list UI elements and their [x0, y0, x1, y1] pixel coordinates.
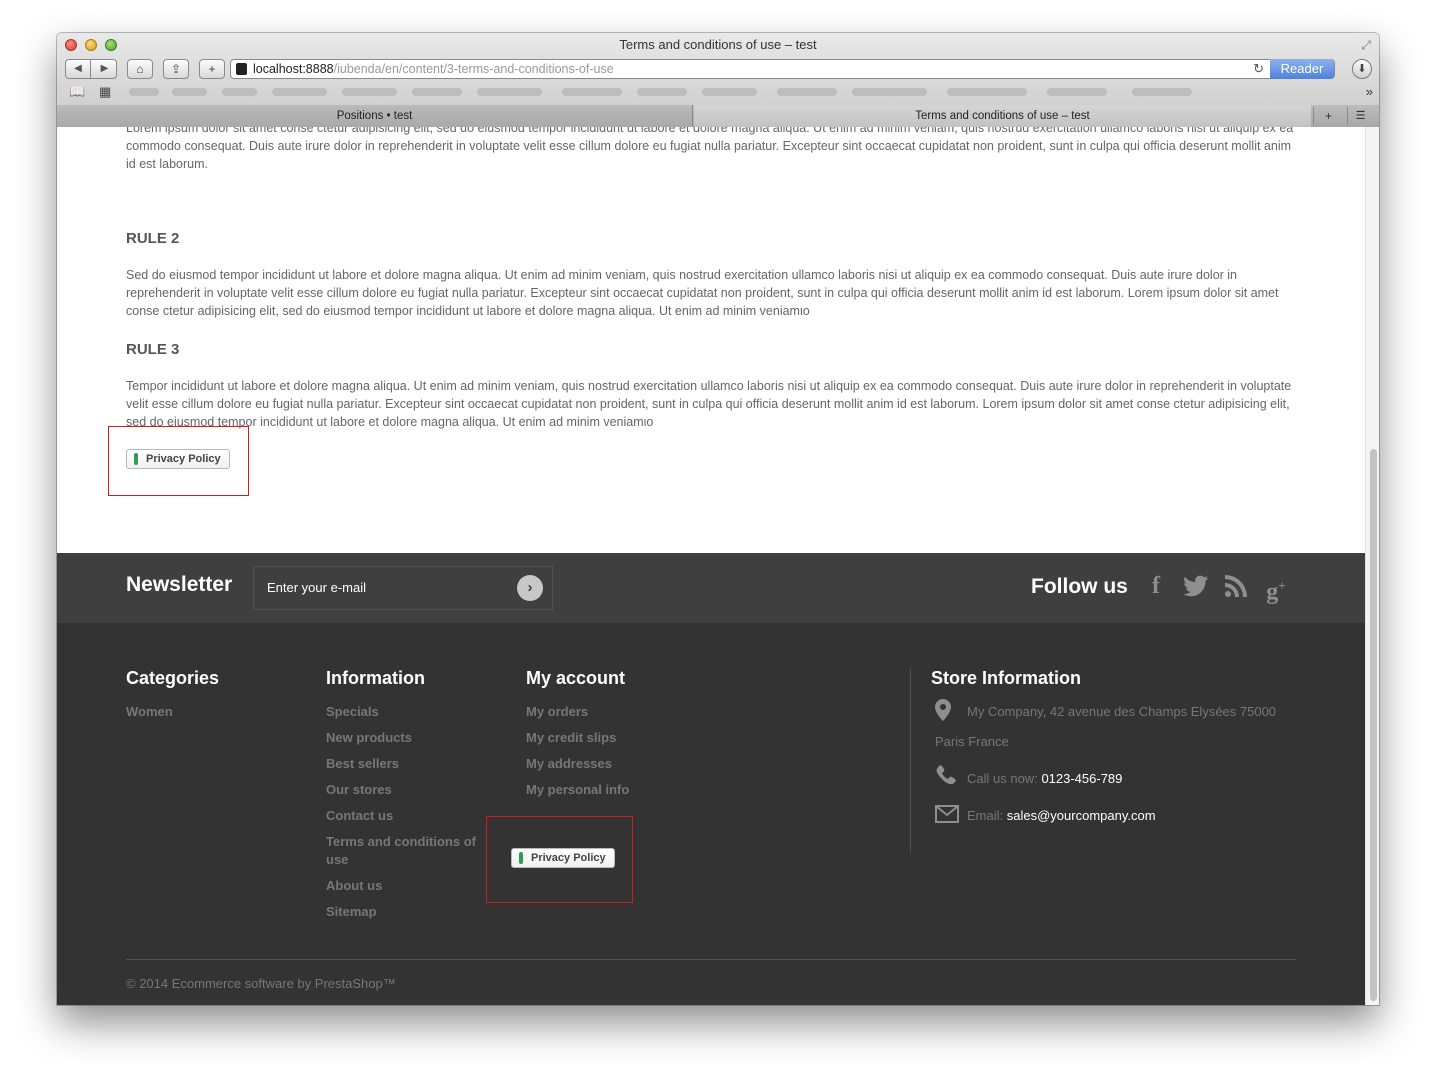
- store-phone-number[interactable]: 0123-456-789: [1041, 771, 1122, 786]
- top-sites-grid-icon[interactable]: ▦: [99, 84, 111, 100]
- store-email-link[interactable]: sales@yourcompany.com: [1007, 808, 1156, 823]
- store-divider: [910, 668, 911, 853]
- map-marker-icon: [935, 699, 951, 727]
- downloads-icon[interactable]: ⬇: [1352, 59, 1372, 79]
- forward-arrow-icon[interactable]: ▶: [92, 60, 117, 78]
- bookmark-item[interactable]: [477, 88, 542, 96]
- footer-link-personal-info[interactable]: My personal info: [526, 781, 629, 799]
- privacy-policy-label: Privacy Policy: [146, 453, 221, 465]
- footer-link-addresses[interactable]: My addresses: [526, 755, 612, 773]
- rule2-heading: RULE 2: [126, 230, 180, 247]
- fullscreen-icon[interactable]: ⤢: [1361, 38, 1371, 53]
- share-icon[interactable]: ⇪: [163, 59, 189, 79]
- bookmark-item[interactable]: [1132, 88, 1192, 96]
- reader-button[interactable]: Reader: [1270, 59, 1334, 79]
- bookmark-item[interactable]: [777, 88, 837, 96]
- site-favicon-icon: [236, 63, 247, 75]
- store-phone-line: Call us now: 0123-456-789: [967, 771, 1122, 786]
- scrollbar-thumb[interactable]: [1370, 449, 1377, 1001]
- rule2-paragraph: Sed do eiusmod tempor incididunt ut labo…: [126, 268, 1279, 318]
- bookmark-item[interactable]: [947, 88, 1027, 96]
- tab-positions[interactable]: Positions • test: [57, 105, 693, 127]
- bookmark-item[interactable]: [1047, 88, 1107, 96]
- newsletter-submit-arrow-icon[interactable]: ›: [517, 575, 543, 601]
- newsletter-title: Newsletter: [126, 573, 233, 596]
- footer-categories-title: Categories: [126, 668, 220, 688]
- reload-icon[interactable]: ↻: [1253, 60, 1264, 78]
- footer-divider: [126, 959, 1296, 960]
- store-email-line: Email: sales@yourcompany.com: [967, 808, 1156, 823]
- footer-link-my-orders[interactable]: My orders: [526, 703, 588, 721]
- store-address-line2: Paris France: [935, 734, 1009, 749]
- window-title: Terms and conditions of use – test: [619, 37, 817, 52]
- home-icon[interactable]: ⌂: [127, 59, 153, 79]
- newsletter-bar: Newsletter Enter your e-mail › Follow us…: [57, 553, 1365, 623]
- footer-link-credit-slips[interactable]: My credit slips: [526, 729, 616, 747]
- footer-store-title: Store Information: [931, 668, 1082, 688]
- rss-icon[interactable]: [1221, 571, 1251, 601]
- newsletter-placeholder: Enter your e-mail: [267, 580, 366, 595]
- newsletter-email-input[interactable]: Enter your e-mail ›: [253, 566, 553, 610]
- envelope-icon: [935, 805, 959, 829]
- follow-us-title: Follow us: [1031, 575, 1128, 598]
- footer-link-about-us[interactable]: About us: [326, 877, 382, 895]
- new-tab-plus-icon[interactable]: +: [199, 59, 225, 79]
- bookmark-item[interactable]: [172, 88, 207, 96]
- address-bar[interactable]: localhost:8888/iubenda/en/content/3-term…: [230, 59, 1335, 79]
- page-viewport: Lorem ipsum dolor sit amet conse ctetur …: [57, 127, 1365, 1005]
- rule3-paragraph: Tempor incididunt ut labore et dolore ma…: [126, 379, 1292, 429]
- footer-account-title: My account: [526, 668, 626, 688]
- footer-link-contact-us[interactable]: Contact us: [326, 807, 393, 825]
- add-tab-icon[interactable]: +: [1313, 107, 1343, 125]
- footer-link-women[interactable]: Women: [126, 703, 173, 721]
- bookmarks-bar: 📖 ▦ »: [57, 83, 1379, 103]
- footer-link-new-products[interactable]: New products: [326, 729, 412, 747]
- footer-link-terms[interactable]: Terms and conditions of use: [326, 833, 491, 869]
- bookmarks-overflow-icon[interactable]: »: [1366, 84, 1373, 99]
- bookmark-item[interactable]: [412, 88, 462, 96]
- bookmark-item[interactable]: [222, 88, 257, 96]
- iubenda-icon: [519, 852, 523, 864]
- url-host: localhost:8888: [253, 62, 334, 76]
- rule3-heading: RULE 3: [126, 341, 180, 358]
- footer-link-our-stores[interactable]: Our stores: [326, 781, 392, 799]
- browser-chrome: Terms and conditions of use – test ⤢ ◀ ▶…: [57, 33, 1379, 127]
- call-us-label: Call us now:: [967, 771, 1038, 786]
- back-arrow-icon[interactable]: ◀: [66, 60, 91, 78]
- copyright-text: © 2014 Ecommerce software by PrestaShop™: [126, 976, 396, 991]
- bookmark-item[interactable]: [637, 88, 687, 96]
- bookmark-item[interactable]: [562, 88, 622, 96]
- iubenda-icon: [134, 453, 138, 465]
- tab-terms-active[interactable]: Terms and conditions of use – test: [694, 105, 1311, 127]
- url-path: /iubenda/en/content/3-terms-and-conditio…: [333, 62, 614, 76]
- bookmark-item[interactable]: [702, 88, 757, 96]
- rule1-paragraph: Lorem ipsum dolor sit amet conse ctetur …: [126, 127, 1294, 171]
- footer-link-specials[interactable]: Specials: [326, 703, 379, 721]
- store-address-line1: My Company, 42 avenue des Champs Elysées…: [967, 704, 1277, 719]
- privacy-policy-button[interactable]: Privacy Policy: [126, 449, 230, 469]
- twitter-icon[interactable]: [1181, 571, 1211, 601]
- email-label: Email:: [967, 808, 1004, 823]
- bookmark-item[interactable]: [272, 88, 327, 96]
- vertical-scrollbar[interactable]: [1365, 127, 1379, 1005]
- facebook-icon[interactable]: f: [1141, 571, 1171, 601]
- footer: Categories Women Information Specials Ne…: [57, 623, 1365, 1005]
- footer-link-sitemap[interactable]: Sitemap: [326, 903, 377, 921]
- reading-list-icon[interactable]: 📖: [69, 84, 85, 100]
- tab-list-icon[interactable]: ☰: [1347, 107, 1373, 125]
- back-forward-control: ◀ ▶: [65, 59, 117, 79]
- bookmark-item[interactable]: [342, 88, 397, 96]
- footer-information-title: Information: [326, 668, 425, 688]
- bookmark-item[interactable]: [852, 88, 927, 96]
- phone-icon: [935, 765, 957, 791]
- footer-privacy-policy-label: Privacy Policy: [531, 852, 606, 864]
- footer-link-best-sellers[interactable]: Best sellers: [326, 755, 399, 773]
- footer-privacy-policy-button[interactable]: Privacy Policy: [511, 848, 615, 868]
- browser-window: Terms and conditions of use – test ⤢ ◀ ▶…: [57, 33, 1379, 1005]
- google-plus-icon[interactable]: g+: [1261, 571, 1291, 605]
- bookmark-item[interactable]: [129, 88, 159, 96]
- tab-bar: Positions • test Terms and conditions of…: [57, 105, 1379, 127]
